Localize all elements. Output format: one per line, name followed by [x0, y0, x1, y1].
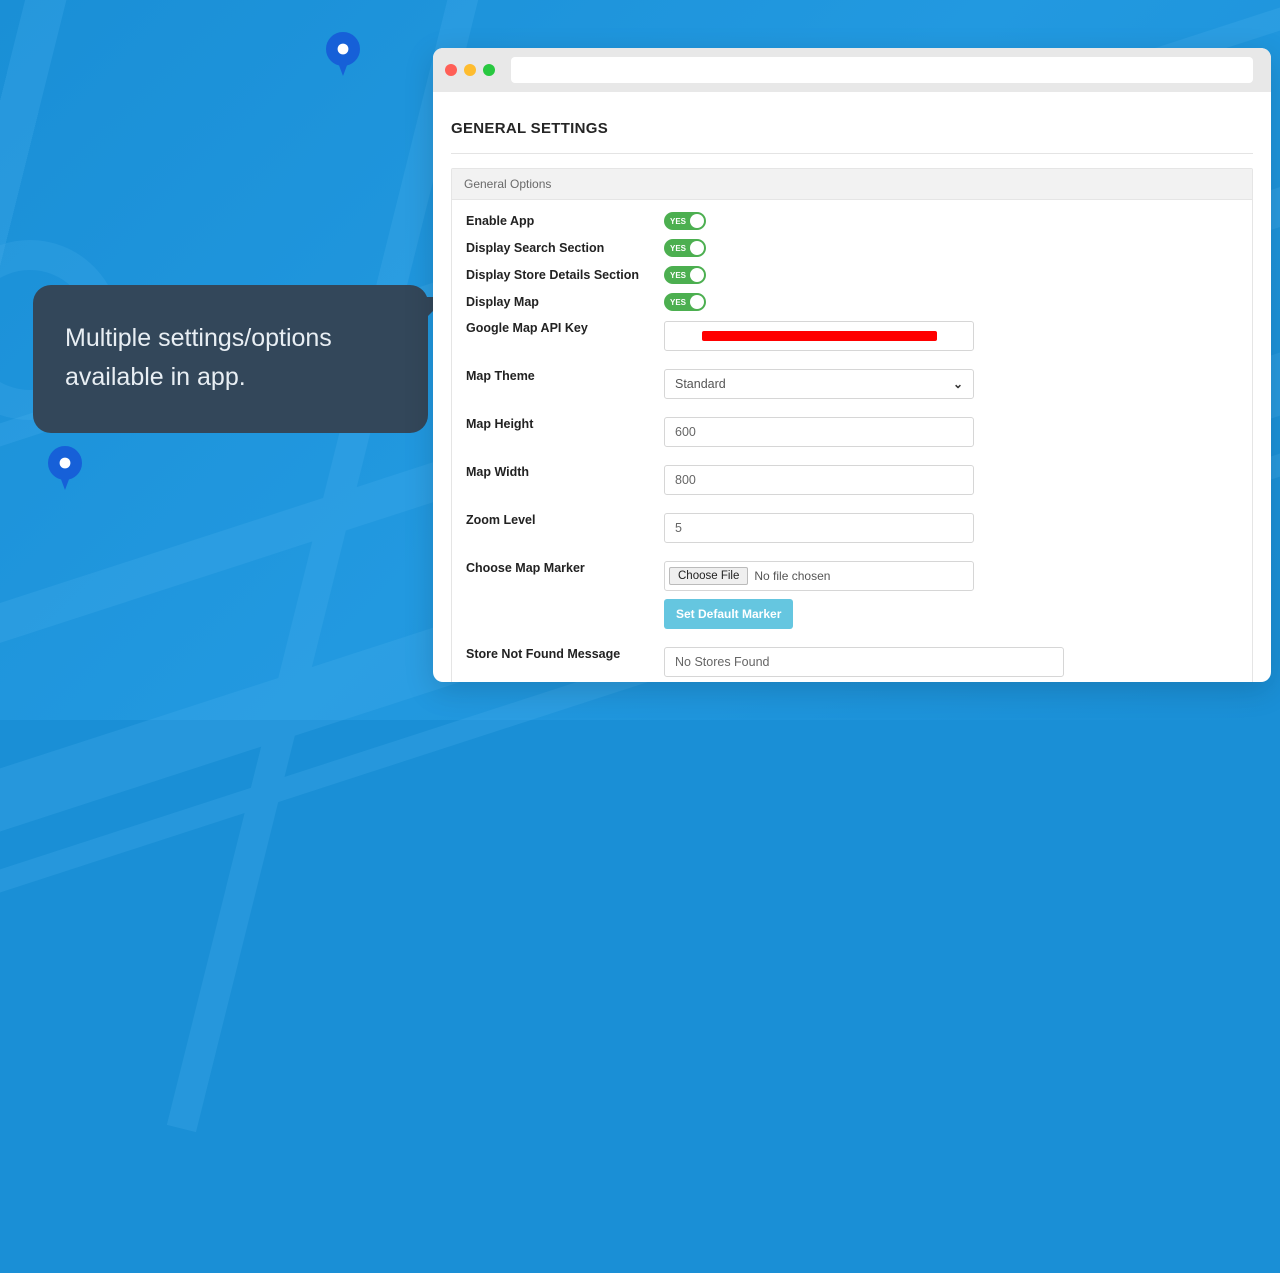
divider [451, 153, 1253, 154]
enable-app-label: Enable App [466, 214, 664, 228]
window-close-button[interactable] [445, 64, 457, 76]
map-width-input[interactable]: 800 [664, 465, 974, 495]
map-theme-value: Standard [675, 377, 726, 391]
browser-titlebar [433, 48, 1271, 92]
display-map-label: Display Map [466, 295, 664, 309]
chevron-down-icon: ⌄ [953, 377, 963, 391]
zoom-level-label: Zoom Level [466, 513, 664, 527]
display-store-details-toggle[interactable]: YES [664, 266, 706, 284]
browser-urlbar[interactable] [511, 57, 1253, 83]
panel-header: General Options [452, 169, 1252, 200]
map-height-input[interactable]: 600 [664, 417, 974, 447]
choose-marker-label: Choose Map Marker [466, 561, 664, 575]
display-search-label: Display Search Section [466, 241, 664, 255]
enable-app-toggle[interactable]: YES [664, 212, 706, 230]
map-pin-icon [326, 32, 360, 66]
feature-callout: Multiple settings/options available in a… [33, 285, 428, 433]
map-width-label: Map Width [466, 465, 664, 479]
map-pin-icon [48, 446, 82, 480]
display-store-details-label: Display Store Details Section [466, 268, 664, 282]
file-status: No file chosen [754, 569, 830, 583]
display-search-toggle[interactable]: YES [664, 239, 706, 257]
browser-window: GENERAL SETTINGS General Options Enable … [433, 48, 1271, 682]
zoom-level-input[interactable]: 5 [664, 513, 974, 543]
general-options-panel: General Options Enable App YES Display S… [451, 168, 1253, 682]
not-found-label: Store Not Found Message [466, 647, 664, 661]
page-title: GENERAL SETTINGS [451, 114, 1253, 153]
callout-text: Multiple settings/options available in a… [65, 324, 332, 391]
map-theme-select[interactable]: Standard ⌄ [664, 369, 974, 399]
choose-marker-file-input[interactable]: Choose File No file chosen [664, 561, 974, 591]
window-zoom-button[interactable] [483, 64, 495, 76]
api-key-label: Google Map API Key [466, 321, 664, 335]
display-map-toggle[interactable]: YES [664, 293, 706, 311]
not-found-input[interactable]: No Stores Found [664, 647, 1064, 677]
api-key-input[interactable] [664, 321, 974, 351]
window-minimize-button[interactable] [464, 64, 476, 76]
map-height-label: Map Height [466, 417, 664, 431]
set-default-marker-button[interactable]: Set Default Marker [664, 599, 793, 629]
choose-file-button[interactable]: Choose File [669, 567, 748, 585]
map-theme-label: Map Theme [466, 369, 664, 383]
